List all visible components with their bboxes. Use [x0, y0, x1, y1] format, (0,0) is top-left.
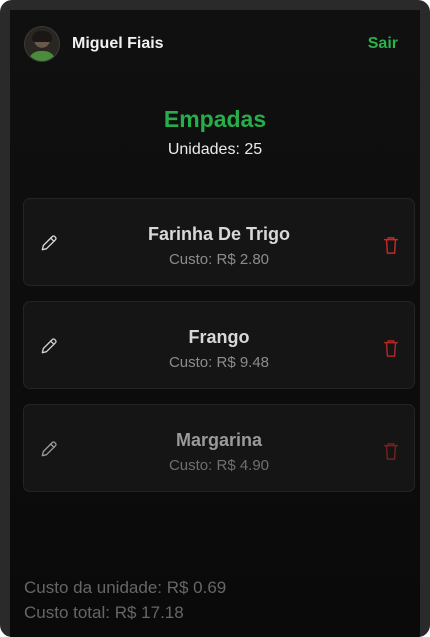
cost-summary: Custo da unidade: R$ 0.69 Custo total: R… — [24, 575, 226, 625]
user-name: Miguel Fiais — [72, 35, 164, 52]
unit-cost: Custo da unidade: R$ 0.69 — [24, 578, 227, 597]
ingredient-cost: Custo: R$ 4.90 — [168, 457, 270, 474]
app-screen: Miguel Fiais Sair Empadas Unidades: 25 F… — [10, 10, 420, 637]
page-title: Empadas — [163, 106, 267, 132]
avatar-hair — [32, 31, 52, 42]
units-count: Unidades: 25 — [167, 141, 263, 158]
trash-icon[interactable] — [382, 235, 400, 255]
total-cost: Custo total: R$ 17.18 — [24, 603, 184, 622]
ingredient-cost: Custo: R$ 9.48 — [168, 354, 270, 371]
trash-icon[interactable] — [382, 338, 400, 358]
ingredient-name: Frango — [188, 327, 250, 347]
ingredient-card: Frango Custo: R$ 9.48 — [23, 301, 415, 389]
avatar — [24, 26, 60, 62]
logout-button[interactable]: Sair — [368, 35, 398, 53]
ingredient-cost: Custo: R$ 2.80 — [168, 251, 270, 268]
avatar-shirt — [28, 51, 56, 61]
ingredient-card: Farinha De Trigo Custo: R$ 2.80 — [23, 198, 415, 286]
header: Miguel Fiais Sair — [24, 26, 398, 62]
app-frame: Miguel Fiais Sair Empadas Unidades: 25 F… — [0, 0, 430, 637]
ingredient-name: Margarina — [175, 430, 263, 450]
trash-icon[interactable] — [382, 441, 400, 461]
ingredient-card: Margarina Custo: R$ 4.90 — [23, 404, 415, 492]
ingredient-name: Farinha De Trigo — [147, 224, 291, 244]
